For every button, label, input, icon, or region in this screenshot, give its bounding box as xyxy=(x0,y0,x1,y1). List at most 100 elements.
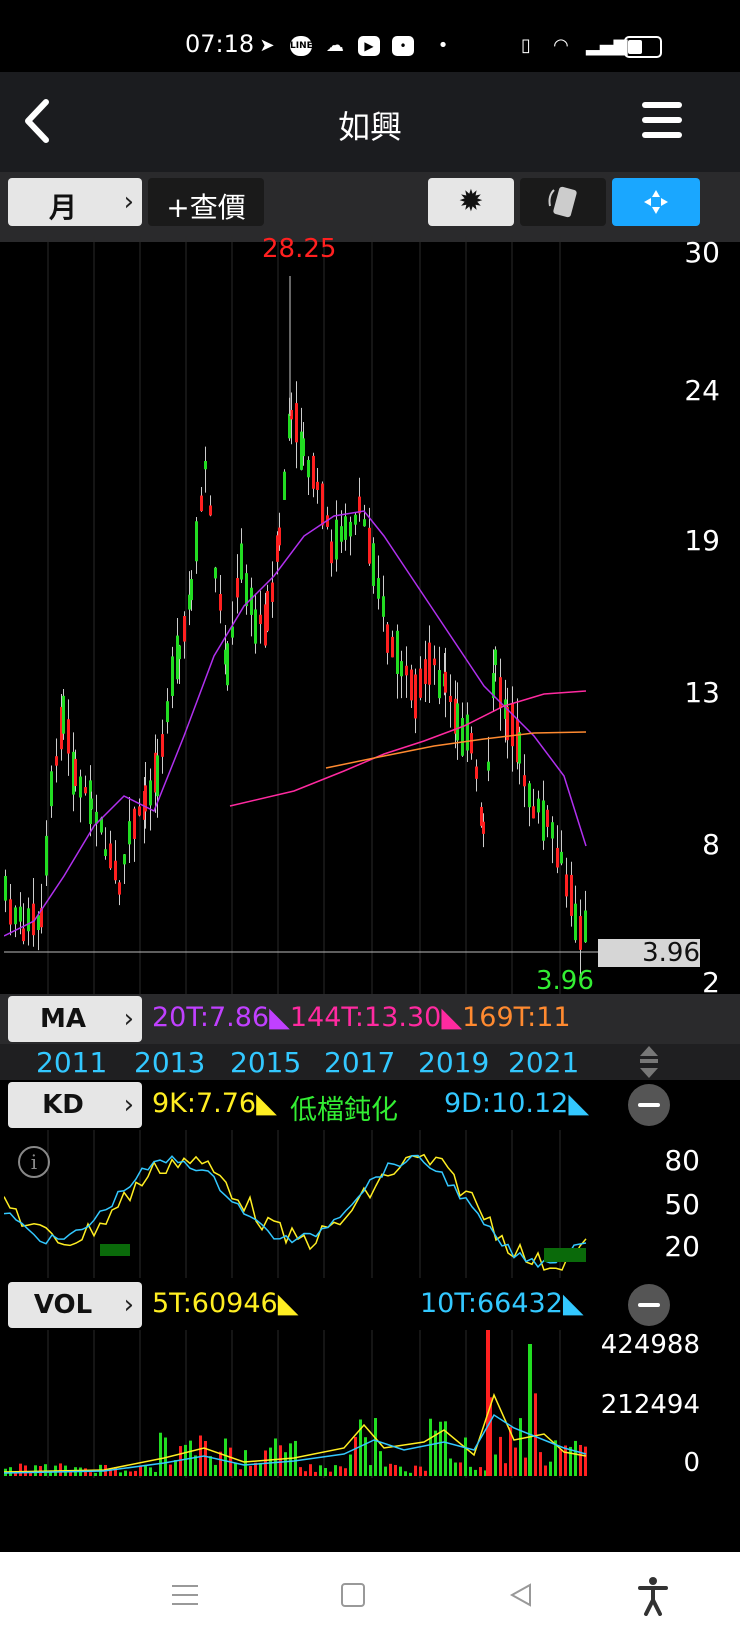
candle xyxy=(67,719,70,754)
candle xyxy=(209,505,212,516)
period-button[interactable]: 月 › xyxy=(8,178,142,226)
settings-button[interactable]: ✹ xyxy=(428,178,514,226)
candle xyxy=(104,849,107,857)
year-label: 2021 xyxy=(508,1046,580,1079)
volume-bar xyxy=(209,1456,212,1476)
candle xyxy=(518,732,521,764)
candle xyxy=(482,821,485,834)
volume-bar xyxy=(404,1471,407,1476)
volume-bar xyxy=(354,1436,357,1476)
candle xyxy=(565,874,568,897)
back-nav-icon[interactable] xyxy=(508,1582,534,1608)
volume-bar xyxy=(394,1464,397,1476)
collapse-kd-icon[interactable] xyxy=(628,1084,670,1126)
candle xyxy=(236,578,239,598)
kd-chart[interactable] xyxy=(4,1130,600,1278)
k-value-text: 9K:7.76 xyxy=(152,1088,257,1119)
system-nav-bar xyxy=(0,1552,740,1644)
candle xyxy=(278,527,281,546)
y-tick: 8 xyxy=(702,828,720,861)
candle xyxy=(183,616,186,642)
volume-bar xyxy=(29,1472,32,1476)
vol-button[interactable]: VOL › xyxy=(8,1282,142,1328)
query-price-button[interactable]: +查價 xyxy=(148,178,264,226)
volume-bar xyxy=(184,1444,187,1476)
down-arrow-icon: ◣ xyxy=(562,1288,584,1319)
candle xyxy=(90,798,93,810)
candle xyxy=(424,659,427,684)
menu-icon[interactable] xyxy=(640,98,684,142)
y-tick: 24 xyxy=(684,374,720,407)
vol-y-tick: 212494 xyxy=(600,1390,700,1420)
ma-button[interactable]: MA › xyxy=(8,996,142,1042)
vol-label: VOL xyxy=(33,1290,93,1320)
youtube-icon: ▶ xyxy=(358,36,380,56)
candle xyxy=(84,787,87,794)
volume-bar xyxy=(159,1432,162,1476)
volume-bar xyxy=(299,1467,302,1476)
volume-chart[interactable] xyxy=(4,1330,600,1478)
volume-bar xyxy=(174,1460,177,1476)
candle xyxy=(316,481,319,491)
ma-values: 20T:7.86◣144T:13.30◣169T:11 xyxy=(152,1002,598,1033)
candle xyxy=(494,649,497,666)
candle xyxy=(50,771,53,807)
vol-bar: VOL › 5T:60946◣ 10T:66432◣ xyxy=(0,1280,740,1330)
candle xyxy=(240,543,243,580)
volume-bar xyxy=(119,1472,122,1476)
ma10-text: 10T:66432 xyxy=(420,1288,563,1319)
dot-icon: • xyxy=(437,35,449,56)
kd-status: 低檔鈍化 xyxy=(290,1095,398,1126)
collapse-vol-icon[interactable] xyxy=(628,1284,670,1326)
volume-bar xyxy=(269,1447,272,1476)
volume-bar xyxy=(149,1467,152,1476)
volume-bar xyxy=(439,1421,442,1476)
candle xyxy=(546,809,549,827)
period-label: 月 xyxy=(48,191,77,224)
candle xyxy=(178,645,181,660)
kd-button[interactable]: KD › xyxy=(8,1082,142,1128)
volume-bar xyxy=(244,1450,247,1476)
volume-bar xyxy=(514,1447,517,1476)
kd-y-tick: 20 xyxy=(664,1230,700,1263)
volume-bar xyxy=(334,1465,337,1476)
down-arrow-icon: ◣ xyxy=(441,1002,463,1033)
accessibility-icon[interactable] xyxy=(638,1576,668,1616)
home-icon[interactable] xyxy=(340,1582,366,1608)
candle xyxy=(321,483,324,526)
volume-bar xyxy=(574,1440,577,1476)
volume-bar xyxy=(249,1465,252,1476)
volume-bar xyxy=(486,1330,490,1476)
candle xyxy=(570,874,573,916)
candle xyxy=(109,843,112,869)
volume-bar xyxy=(374,1418,377,1476)
candle xyxy=(368,527,371,564)
down-arrow-icon: ◣ xyxy=(277,1288,299,1319)
volume-bar xyxy=(329,1471,332,1476)
down-arrow-icon: ◣ xyxy=(568,1088,590,1119)
down-arrow-icon: ◣ xyxy=(269,1002,290,1033)
year-label: 2013 xyxy=(134,1046,206,1079)
recents-icon[interactable] xyxy=(172,1584,198,1606)
volume-bar xyxy=(314,1471,317,1476)
volume-bar xyxy=(154,1471,157,1476)
volume-bar xyxy=(214,1464,217,1476)
volume-bar xyxy=(279,1445,282,1476)
candle xyxy=(271,582,274,602)
volume-bar xyxy=(399,1466,402,1476)
candle xyxy=(14,907,17,925)
rotate-button[interactable] xyxy=(520,178,606,226)
volume-bar xyxy=(309,1464,312,1476)
fullscreen-button[interactable] xyxy=(612,178,700,226)
candle xyxy=(312,455,315,489)
candle xyxy=(330,541,333,564)
candle xyxy=(128,821,131,845)
volume-bar xyxy=(259,1462,262,1476)
ma169-value: 169T:11 xyxy=(462,1002,571,1033)
price-chart[interactable] xyxy=(4,236,600,994)
chevron-right-icon: › xyxy=(123,1290,134,1320)
candle xyxy=(123,854,126,865)
info-icon[interactable]: i xyxy=(18,1146,50,1178)
drag-handle-icon[interactable] xyxy=(636,1044,662,1080)
volume-bar xyxy=(564,1445,567,1476)
